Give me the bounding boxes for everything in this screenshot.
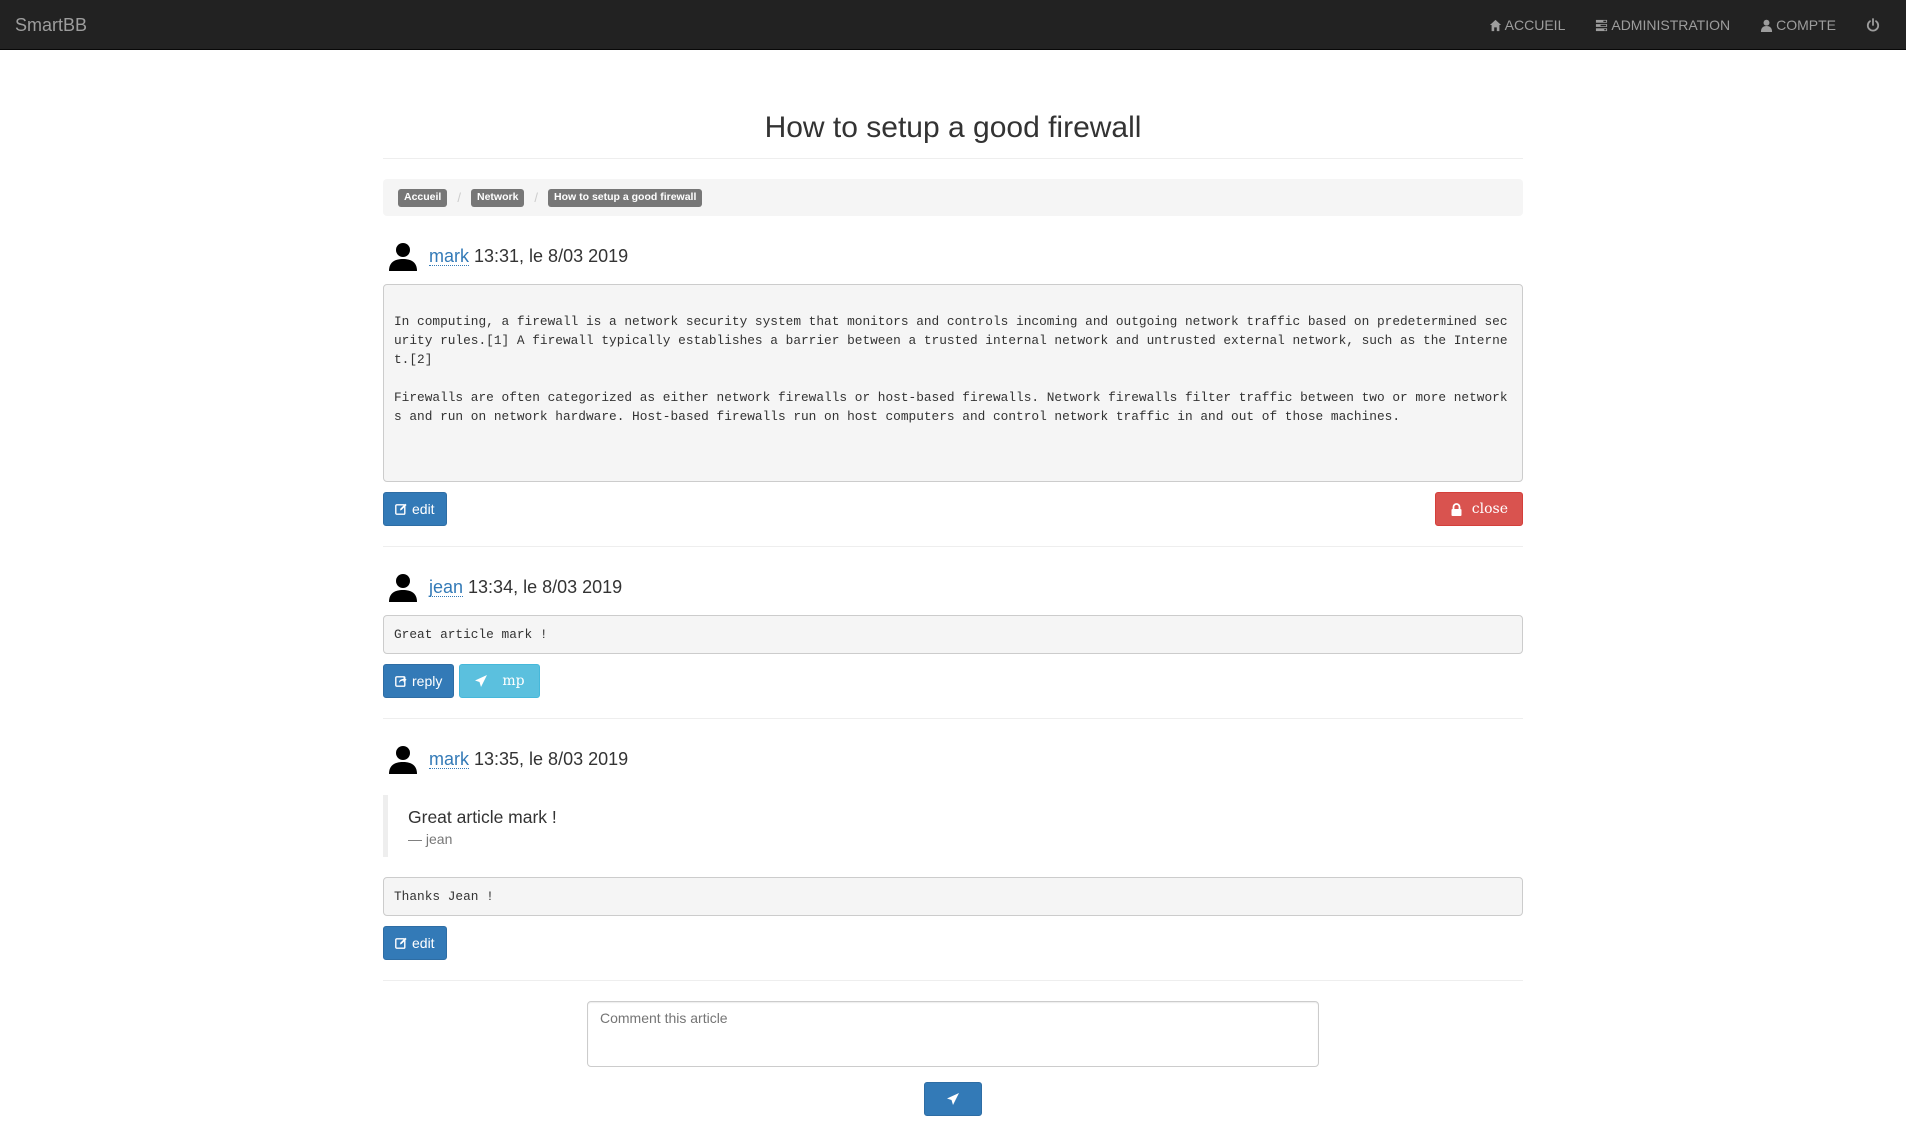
post-actions: reply mp xyxy=(383,664,1523,698)
post-actions: edit xyxy=(383,926,1523,960)
send-comment-button[interactable] xyxy=(924,1082,982,1116)
edit-button-label: edit xyxy=(412,935,435,951)
send-icon xyxy=(947,1093,959,1105)
post-body: In computing, a firewall is a network se… xyxy=(383,284,1523,482)
breadcrumb-item-accueil[interactable]: Accueil xyxy=(398,188,448,207)
reply-button-label: reply xyxy=(412,673,443,689)
brand-logo[interactable]: SmartBB xyxy=(15,0,87,50)
navbar: SmartBB ACCUEIL ADMINISTRATION COMPTE xyxy=(0,0,1906,50)
comment-submit-wrap xyxy=(383,1082,1523,1116)
post-timestamp: 13:35, le 8/03 2019 xyxy=(474,748,629,769)
close-button-label: close xyxy=(1471,501,1508,517)
post-author-link[interactable]: mark xyxy=(429,750,469,769)
nav-compte[interactable]: COMPTE xyxy=(1745,0,1851,50)
post-header: jean 13:34, le 8/03 2019 xyxy=(383,571,1523,603)
post-timestamp: 13:31, le 8/03 2019 xyxy=(474,245,629,266)
quote-text: Great article mark ! xyxy=(408,807,557,827)
post-header: mark 13:35, le 8/03 2019 xyxy=(383,743,1523,775)
power-icon xyxy=(1866,18,1880,32)
post-timestamp: 13:34, le 8/03 2019 xyxy=(468,576,623,597)
edit-button-label: edit xyxy=(412,501,435,517)
nav-accueil-label: ACCUEIL xyxy=(1504,17,1566,33)
post: mark 13:35, le 8/03 2019 Great article m… xyxy=(383,743,1523,981)
post-header: mark 13:31, le 8/03 2019 xyxy=(383,240,1523,272)
nav-menu: ACCUEIL ADMINISTRATION COMPTE xyxy=(1474,0,1906,50)
main-content: How to setup a good firewall Accueil / N… xyxy=(383,50,1523,1116)
logout-button[interactable] xyxy=(1851,0,1898,50)
post: mark 13:31, le 8/03 2019 In computing, a… xyxy=(383,240,1523,547)
nav-compte-label: COMPTE xyxy=(1776,17,1836,33)
avatar-icon xyxy=(389,746,417,774)
breadcrumb-item-topic[interactable]: How to setup a good firewall xyxy=(548,188,703,207)
home-icon xyxy=(1489,19,1501,31)
reply-button[interactable]: reply xyxy=(383,664,455,698)
mp-button-label: mp xyxy=(502,673,525,689)
edit-button[interactable]: edit xyxy=(383,492,447,526)
comment-input[interactable] xyxy=(587,1001,1319,1067)
post-author-link[interactable]: mark xyxy=(429,247,469,266)
share-icon xyxy=(395,676,407,687)
avatar-icon xyxy=(389,574,417,602)
nav-accueil[interactable]: ACCUEIL xyxy=(1474,0,1581,50)
edit-button[interactable]: edit xyxy=(383,926,447,960)
post: jean 13:34, le 8/03 2019 Great article m… xyxy=(383,571,1523,719)
breadcrumb: Accueil / Network / How to setup a good … xyxy=(383,179,1523,216)
post-body: Great article mark ! xyxy=(383,615,1523,654)
post-author-link[interactable]: jean xyxy=(429,578,464,597)
quote-author: — jean xyxy=(408,831,453,847)
breadcrumb-separator: / xyxy=(457,190,461,205)
page-title: How to setup a good firewall xyxy=(764,111,1142,144)
user-icon xyxy=(1761,19,1773,32)
avatar-icon xyxy=(389,243,417,271)
post-body: Thanks Jean ! xyxy=(383,877,1523,916)
tasks-icon xyxy=(1596,19,1608,31)
post-actions: edit close xyxy=(383,492,1523,526)
quote-block: Great article mark ! — jean xyxy=(383,795,1523,857)
edit-icon xyxy=(395,503,407,515)
close-topic-button[interactable]: close xyxy=(1434,492,1523,526)
send-icon xyxy=(475,675,488,687)
private-message-button[interactable]: mp xyxy=(459,664,540,698)
edit-icon xyxy=(395,937,407,949)
nav-administration-label: ADMINISTRATION xyxy=(1611,17,1731,33)
lock-icon xyxy=(1451,502,1462,516)
page-header: How to setup a good firewall xyxy=(383,110,1523,159)
breadcrumb-separator: / xyxy=(534,190,539,205)
breadcrumb-item-network[interactable]: Network xyxy=(470,188,525,207)
nav-administration[interactable]: ADMINISTRATION xyxy=(1580,0,1745,50)
